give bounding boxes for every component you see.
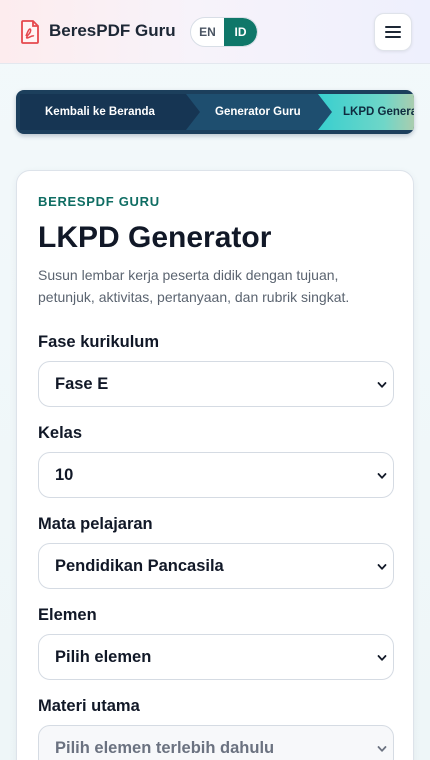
fase-kurikulum-label: Fase kurikulum [38,333,160,351]
lkpd-form-card: BERESPDF GURU LKPD Generator Susun lemba… [16,170,414,760]
menu-button[interactable] [374,13,412,51]
chevron-down-icon [377,473,387,479]
language-toggle: EN ID [190,17,258,47]
kelas-select[interactable]: 10 [38,452,394,498]
mata-pelajaran-select[interactable]: Pendidikan Pancasila [38,543,394,589]
breadcrumb-current-page: LKPD Generator [318,94,414,130]
chevron-down-icon [377,382,387,388]
lang-en-button[interactable]: EN [191,18,224,46]
eyebrow-label: BERESPDF GURU [38,194,160,209]
kelas-value: 10 [55,466,74,484]
elemen-select[interactable]: Pilih elemen [38,634,394,680]
elemen-label: Elemen [38,606,97,624]
brand-name[interactable]: BeresPDF Guru [49,21,176,41]
breadcrumb-home-link[interactable]: Kembali ke Beranda [20,94,202,130]
page-title: LKPD Generator [38,221,272,254]
fase-kurikulum-select[interactable]: Fase E [38,361,394,407]
breadcrumb: Kembali ke Beranda Generator Guru LKPD G… [16,90,414,134]
chevron-down-icon [377,655,387,661]
materi-utama-select[interactable]: Pilih elemen terlebih dahulu [38,725,394,760]
mata-pelajaran-value: Pendidikan Pancasila [55,557,224,575]
elemen-value: Pilih elemen [55,648,152,666]
app-header: BeresPDF Guru EN ID [0,0,430,64]
hamburger-menu-icon [385,26,401,38]
mata-pelajaran-label: Mata pelajaran [38,515,153,533]
page-subtitle: Susun lembar kerja peserta didik dengan … [38,267,350,305]
breadcrumb-generator-link[interactable]: Generator Guru [186,94,334,130]
chevron-down-icon [377,746,387,752]
materi-utama-label: Materi utama [38,697,140,715]
lang-id-button[interactable]: ID [224,18,257,46]
kelas-label: Kelas [38,424,83,442]
chevron-down-icon [377,564,387,570]
pdf-document-icon[interactable] [20,20,40,44]
fase-kurikulum-value: Fase E [55,375,109,393]
materi-utama-value: Pilih elemen terlebih dahulu [55,739,275,757]
